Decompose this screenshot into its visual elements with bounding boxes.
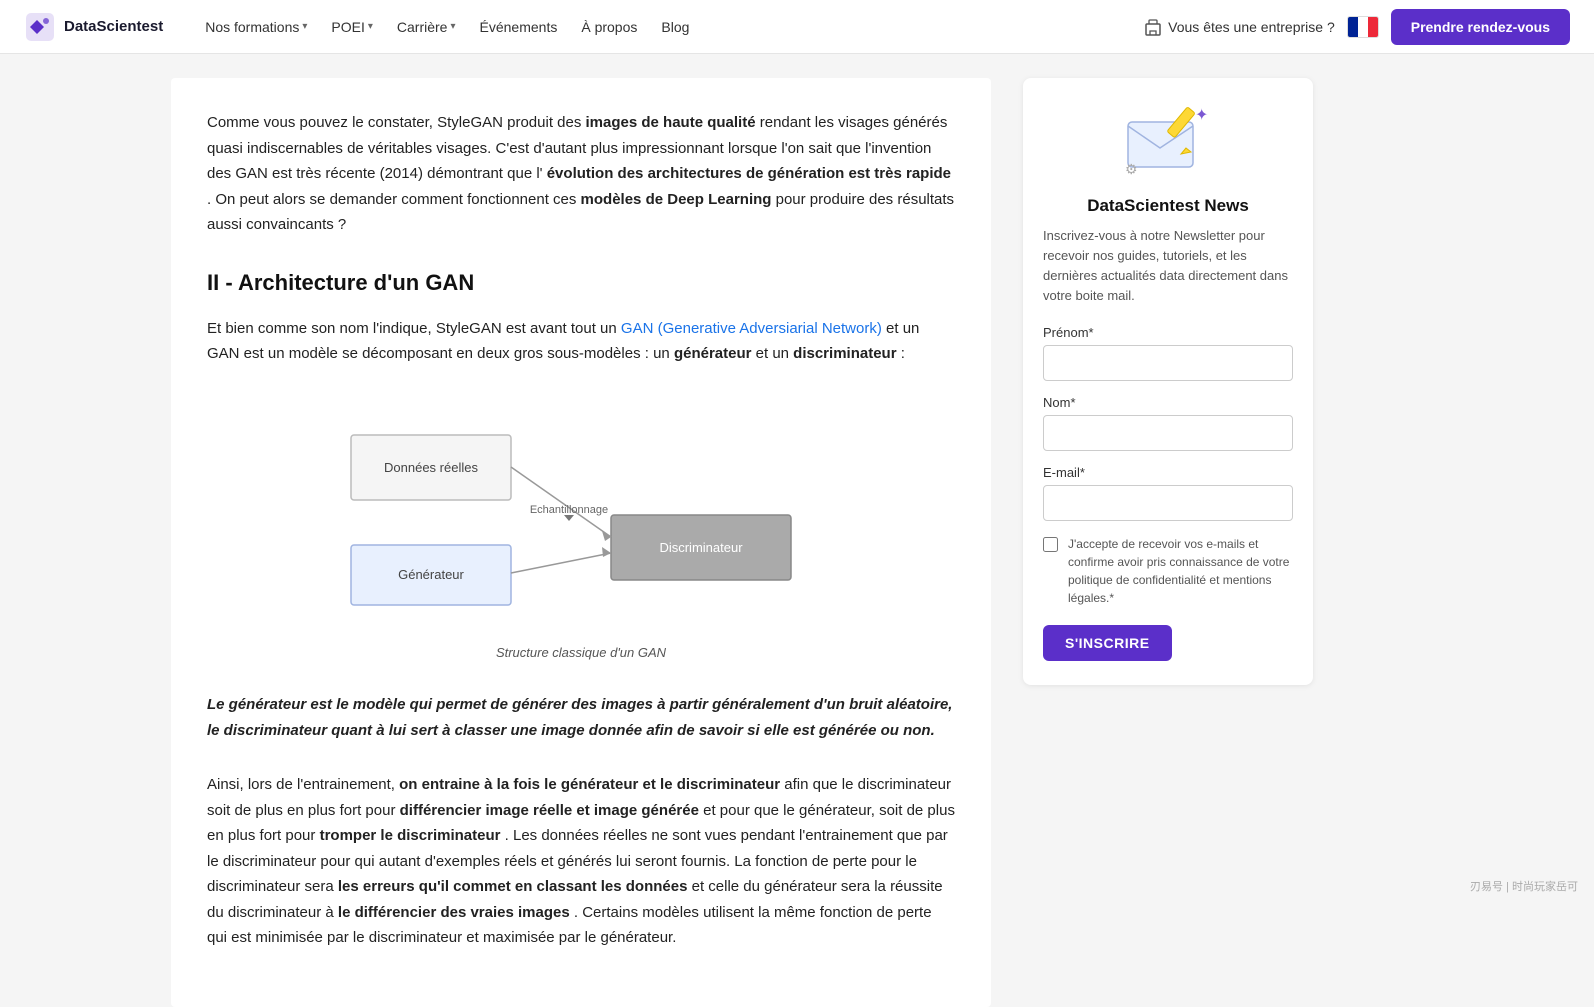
building-icon — [1144, 18, 1162, 36]
nav-item-apropos[interactable]: À propos — [571, 13, 647, 41]
intro-text-3: . On peut alors se demander comment fonc… — [207, 191, 581, 208]
main-content: Comme vous pouvez le constater, StyleGAN… — [171, 78, 991, 1007]
nom-label: Nom* — [1043, 395, 1293, 410]
chevron-down-icon: ▾ — [450, 21, 455, 32]
entreprise-link[interactable]: Vous êtes une entreprise ? — [1144, 18, 1335, 36]
nom-group: Nom* — [1043, 395, 1293, 451]
section2-intro: Et bien comme son nom l'indique, StyleGA… — [207, 316, 955, 367]
generateur-bold: générateur — [674, 345, 752, 362]
navbar: DataScientest Nos formations ▾ POEI ▾ Ca… — [0, 0, 1594, 54]
nom-input[interactable] — [1043, 415, 1293, 451]
newsletter-card: ✦ ⚙ DataScientest News Inscrivez-vous à … — [1023, 78, 1313, 685]
consent-row: J'accepte de recevoir vos e-mails et con… — [1043, 535, 1293, 607]
sidebar: ✦ ⚙ DataScientest News Inscrivez-vous à … — [1023, 78, 1313, 685]
email-label: E-mail* — [1043, 465, 1293, 480]
logo-text: DataScientest — [64, 18, 163, 35]
nav-item-blog[interactable]: Blog — [651, 13, 699, 41]
subscribe-button[interactable]: S'INSCRIRE — [1043, 625, 1172, 661]
training-bold-5: le différencier des vraies images — [338, 904, 570, 921]
logo-icon — [24, 11, 56, 43]
gan-diagram: Données réelles Générateur Discriminateu… — [207, 395, 955, 660]
page-wrapper: Comme vous pouvez le constater, StyleGAN… — [147, 54, 1447, 1007]
section2-text-4: : — [901, 345, 905, 362]
svg-text:Données réelles: Données réelles — [384, 460, 478, 475]
nav-item-poei[interactable]: POEI ▾ — [321, 13, 383, 41]
chevron-down-icon: ▾ — [302, 21, 307, 32]
discriminateur-bold: discriminateur — [793, 345, 896, 362]
training-bold-1: on entraine à la fois le générateur et l… — [399, 776, 780, 793]
intro-paragraph: Comme vous pouvez le constater, StyleGAN… — [207, 110, 955, 238]
nav-menu: Nos formations ▾ POEI ▾ Carrière ▾ Événe… — [195, 13, 1144, 41]
svg-text:Echantillonnage: Echantillonnage — [530, 504, 608, 516]
newsletter-icon: ✦ ⚙ — [1123, 102, 1213, 182]
training-text-1: Ainsi, lors de l'entrainement, — [207, 776, 399, 793]
nav-item-formations[interactable]: Nos formations ▾ — [195, 13, 317, 41]
newsletter-icon-area: ✦ ⚙ — [1043, 102, 1293, 182]
intro-text-1: Comme vous pouvez le constater, StyleGAN… — [207, 114, 586, 131]
logo[interactable]: DataScientest — [24, 11, 163, 43]
newsletter-title: DataScientest News — [1043, 196, 1293, 216]
gan-diagram-svg: Données réelles Générateur Discriminateu… — [321, 395, 841, 615]
training-paragraph: Ainsi, lors de l'entrainement, on entrai… — [207, 772, 955, 951]
svg-text:Discriminateur: Discriminateur — [659, 540, 743, 555]
consent-text: J'accepte de recevoir vos e-mails et con… — [1068, 535, 1293, 607]
intro-bold-3: modèles de Deep Learning — [581, 191, 772, 208]
navbar-right: Vous êtes une entreprise ? Prendre rende… — [1144, 9, 1570, 45]
training-bold-3: tromper le discriminateur — [320, 827, 501, 844]
newsletter-description: Inscrivez-vous à notre Newsletter pour r… — [1043, 226, 1293, 307]
flag-blue-stripe — [1348, 17, 1358, 37]
section2-text-1: Et bien comme son nom l'indique, StyleGA… — [207, 320, 621, 337]
flag-red-stripe — [1368, 17, 1378, 37]
nav-item-carriere[interactable]: Carrière ▾ — [387, 13, 466, 41]
svg-text:Générateur: Générateur — [398, 567, 464, 582]
consent-checkbox[interactable] — [1043, 537, 1058, 552]
training-bold-4: les erreurs qu'il commet en classant les… — [338, 878, 688, 895]
nav-item-evenements[interactable]: Événements — [470, 13, 568, 41]
email-group: E-mail* — [1043, 465, 1293, 521]
flag-white-stripe — [1358, 17, 1368, 37]
prenom-label: Prénom* — [1043, 325, 1293, 340]
prenom-input[interactable] — [1043, 345, 1293, 381]
intro-bold-1: images de haute qualité — [586, 114, 756, 131]
section2-title: II - Architecture d'un GAN — [207, 270, 955, 296]
svg-text:✦: ✦ — [1195, 107, 1208, 124]
cta-button[interactable]: Prendre rendez-vous — [1391, 9, 1570, 45]
intro-bold-2: évolution des architectures de génératio… — [547, 165, 951, 182]
section2-text-3: et un — [756, 345, 794, 362]
training-bold-2: différencier image réelle et image génér… — [400, 802, 699, 819]
diagram-caption: Structure classique d'un GAN — [496, 645, 666, 660]
blockquote-text: Le générateur est le modèle qui permet d… — [207, 692, 955, 745]
language-flag-fr[interactable] — [1347, 16, 1379, 38]
diagram-svg-wrapper: Données réelles Générateur Discriminateu… — [321, 395, 841, 635]
watermark: 刃易号 | 时尚玩家岳可 — [1470, 878, 1578, 894]
prenom-group: Prénom* — [1043, 325, 1293, 381]
email-input[interactable] — [1043, 485, 1293, 521]
svg-text:⚙: ⚙ — [1125, 161, 1138, 177]
chevron-down-icon: ▾ — [368, 21, 373, 32]
gan-link[interactable]: GAN (Generative Adversiarial Network) — [621, 320, 882, 337]
